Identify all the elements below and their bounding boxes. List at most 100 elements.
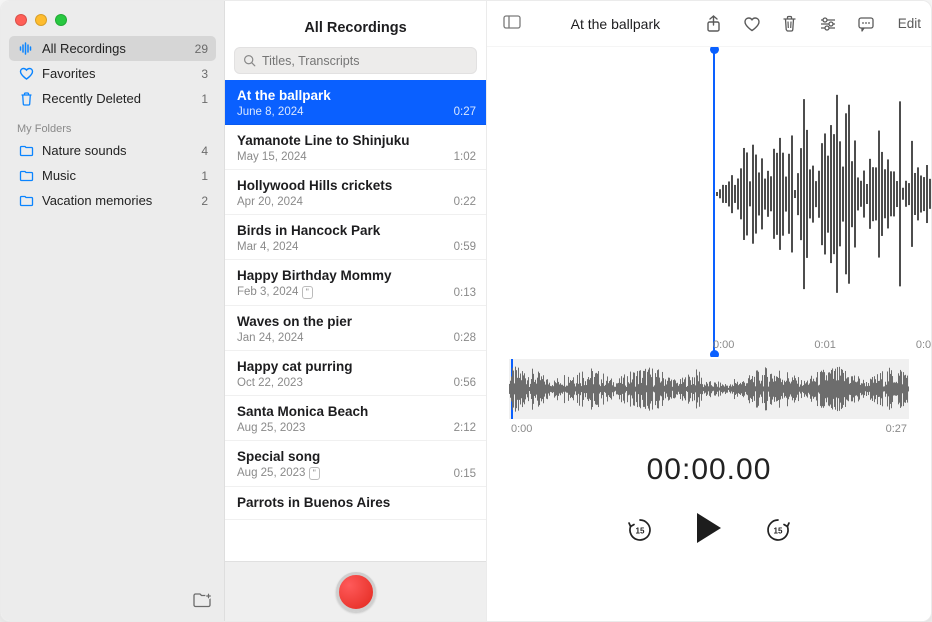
recording-item[interactable]: Parrots in Buenos Aires xyxy=(225,487,486,520)
settings-button[interactable] xyxy=(818,14,838,34)
waveform-scrubber[interactable] xyxy=(509,359,909,419)
heart-icon xyxy=(17,67,35,80)
record-button[interactable] xyxy=(336,572,376,612)
search-input[interactable] xyxy=(262,54,468,68)
sidebar-item[interactable]: Recently Deleted1 xyxy=(9,86,216,111)
timecode-display: 00:00.00 xyxy=(487,453,931,487)
recording-item[interactable]: Waves on the pier Jan 24, 2024 0:28 xyxy=(225,306,486,351)
recording-item-date: Aug 25, 2023 xyxy=(237,422,305,434)
recording-item-title: Happy Birthday Mommy xyxy=(237,268,476,283)
scrubber-times: 0:00 0:27 xyxy=(509,423,909,435)
recording-item-duration: 2:12 xyxy=(454,422,476,434)
sidebar-item-label: All Recordings xyxy=(42,41,195,56)
sidebar-folders-list: Nature sounds4Music1Vacation memories2 xyxy=(1,138,224,213)
close-window-button[interactable] xyxy=(15,14,27,26)
trash-icon xyxy=(17,92,35,106)
app-window: All Recordings29Favorites3Recently Delet… xyxy=(0,0,932,622)
sidebar-item-count: 1 xyxy=(201,92,208,106)
recording-item-duration: 1:02 xyxy=(454,151,476,163)
delete-button[interactable] xyxy=(780,14,800,34)
search-wrap xyxy=(225,39,486,80)
recording-item[interactable]: Happy Birthday Mommy Feb 3, 2024 " 0:13 xyxy=(225,260,486,306)
recording-item-date: May 15, 2024 xyxy=(237,151,307,163)
ruler-tick: 0:00 xyxy=(713,339,734,351)
recording-item-duration: 0:13 xyxy=(454,287,476,299)
recording-item[interactable]: Birds in Hancock Park Mar 4, 2024 0:59 xyxy=(225,215,486,260)
recording-item-date: June 8, 2024 xyxy=(237,106,304,118)
recording-item-duration: 0:56 xyxy=(454,377,476,389)
recording-item-title: Hollywood Hills crickets xyxy=(237,178,476,193)
recording-item-date: Oct 22, 2023 xyxy=(237,377,303,389)
share-button[interactable] xyxy=(704,14,724,34)
svg-text:15: 15 xyxy=(774,526,783,535)
search-icon xyxy=(243,54,256,67)
sidebar-item-count: 29 xyxy=(195,42,208,56)
recording-item[interactable]: Special song Aug 25, 2023 " 0:15 xyxy=(225,441,486,487)
toolbar-actions: Edit xyxy=(704,14,921,34)
sidebar-primary-list: All Recordings29Favorites3Recently Delet… xyxy=(1,30,224,111)
play-button[interactable] xyxy=(694,511,724,548)
waveform-overview[interactable]: 0:00 0:01 0:02 xyxy=(487,47,931,357)
recording-item-date: Feb 3, 2024 " xyxy=(237,286,313,299)
sidebar-folder-item[interactable]: Music1 xyxy=(9,163,216,188)
recording-item-duration: 0:15 xyxy=(454,468,476,480)
sidebar-item-label: Nature sounds xyxy=(42,143,201,158)
recording-list-title: All Recordings xyxy=(225,1,486,39)
waveform-scrubber-wrap: 0:00 0:27 xyxy=(509,359,909,435)
recording-item[interactable]: Happy cat purringOct 22, 2023 0:56 xyxy=(225,351,486,396)
recording-list[interactable]: At the ballpark June 8, 2024 0:27 Yamanote… xyxy=(225,80,486,561)
toggle-sidebar-button[interactable] xyxy=(503,15,521,32)
transcript-button[interactable] xyxy=(856,14,876,34)
folder-icon xyxy=(17,195,35,207)
recording-item-title: Parrots in Buenos Aires xyxy=(237,495,476,510)
sidebar-item[interactable]: All Recordings29 xyxy=(9,36,216,61)
recording-item[interactable]: At the ballpark June 8, 2024 0:27 xyxy=(225,80,486,125)
recording-item[interactable]: Santa Monica Beach Aug 25, 2023 2:12 xyxy=(225,396,486,441)
recording-item[interactable]: Hollywood Hills cricketsApr 20, 2024 0:2… xyxy=(225,170,486,215)
sidebar-item-label: Recently Deleted xyxy=(42,91,201,106)
recording-item-duration: 0:27 xyxy=(454,106,476,118)
recording-list-pane: All Recordings At the ballpark June 8, 20… xyxy=(225,1,487,621)
sidebar-item[interactable]: Favorites3 xyxy=(9,61,216,86)
recording-item[interactable]: Yamanote Line to ShinjukuMay 15, 2024 1:… xyxy=(225,125,486,170)
skip-forward-button[interactable]: 15 xyxy=(764,516,792,544)
new-folder-button[interactable] xyxy=(192,592,212,611)
sidebar-folder-item[interactable]: Vacation memories2 xyxy=(9,188,216,213)
edit-button[interactable]: Edit xyxy=(894,16,921,31)
recording-item-title: Special song xyxy=(237,449,476,464)
sidebar-folder-item[interactable]: Nature sounds4 xyxy=(9,138,216,163)
toolbar: At the ballpark Edit xyxy=(487,1,931,47)
recording-item-date: Aug 25, 2023 " xyxy=(237,467,320,480)
search-field[interactable] xyxy=(234,47,477,74)
sidebar-item-count: 2 xyxy=(201,194,208,208)
transcript-badge-icon: " xyxy=(302,286,313,299)
transcript-badge-icon: " xyxy=(309,467,320,480)
trim-handle-left[interactable] xyxy=(713,49,715,355)
folder-icon xyxy=(17,145,35,157)
svg-text:15: 15 xyxy=(636,526,645,535)
skip-back-button[interactable]: 15 xyxy=(626,516,654,544)
fullscreen-window-button[interactable] xyxy=(55,14,67,26)
ruler-tick: 0:01 xyxy=(814,339,835,351)
favorite-button[interactable] xyxy=(742,14,762,34)
recording-item-title: At the ballpark xyxy=(237,88,476,103)
waveform-icon xyxy=(17,42,35,55)
window-traffic-lights xyxy=(1,1,224,30)
recording-detail-pane: At the ballpark Edit 0:00 0:01 0:02 xyxy=(487,1,931,621)
sidebar-item-label: Vacation memories xyxy=(42,193,201,208)
recording-item-title: Birds in Hancock Park xyxy=(237,223,476,238)
folder-icon xyxy=(17,170,35,182)
ruler-tick: 0:02 xyxy=(916,339,931,351)
recording-title: At the ballpark xyxy=(527,16,704,32)
minimize-window-button[interactable] xyxy=(35,14,47,26)
recording-item-duration: 0:59 xyxy=(454,241,476,253)
recording-item-title: Santa Monica Beach xyxy=(237,404,476,419)
recording-item-duration: 0:28 xyxy=(454,332,476,344)
sidebar: All Recordings29Favorites3Recently Delet… xyxy=(1,1,225,621)
scrubber-start: 0:00 xyxy=(511,423,532,435)
playback-controls: 15 15 xyxy=(487,511,931,548)
recording-item-date: Mar 4, 2024 xyxy=(237,241,298,253)
recording-item-date: Jan 24, 2024 xyxy=(237,332,304,344)
sidebar-item-count: 3 xyxy=(201,67,208,81)
recording-item-title: Waves on the pier xyxy=(237,314,476,329)
